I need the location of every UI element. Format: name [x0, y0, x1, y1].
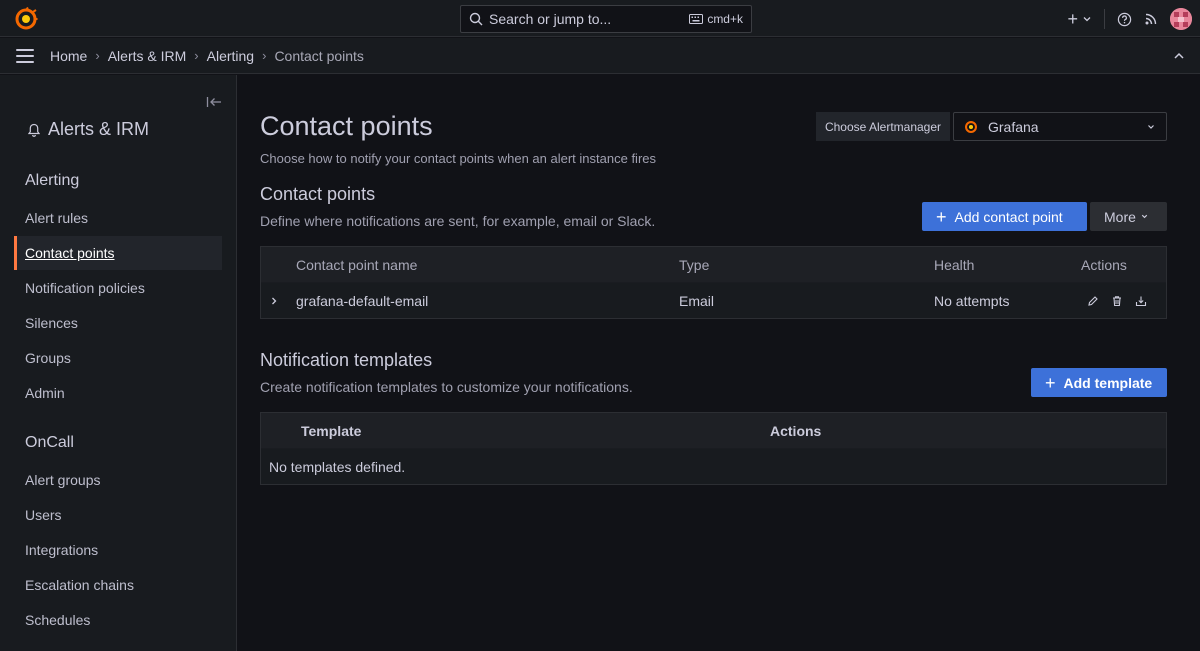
alertmanager-label: Choose Alertmanager — [816, 112, 950, 141]
table-row: No templates defined. — [261, 448, 1166, 484]
chevron-down-icon — [1148, 124, 1154, 129]
empty-state-text: No templates defined. — [269, 458, 406, 475]
contact-points-description: Define where notifications are sent, for… — [260, 213, 656, 229]
sidebar-item-schedules[interactable]: Schedules — [14, 603, 222, 637]
breadcrumb-home[interactable]: Home — [50, 48, 87, 64]
edit-icon[interactable] — [1087, 295, 1099, 307]
sidebar-item-users[interactable]: Users — [14, 498, 222, 532]
plus-icon: + — [1067, 8, 1078, 29]
table-header: Contact point name Type Health Actions — [261, 247, 1166, 282]
search-placeholder: Search or jump to... — [489, 11, 612, 27]
grafana-logo-icon — [965, 120, 977, 133]
alertmanager-value: Grafana — [988, 118, 1039, 135]
dock-menu-icon[interactable] — [206, 95, 222, 109]
templates-table: Template Actions No templates defined. — [260, 412, 1167, 485]
sidebar-item-silences[interactable]: Silences — [14, 306, 222, 340]
more-button[interactable]: More — [1090, 202, 1167, 231]
templates-heading: Notification templates — [260, 350, 433, 370]
sidebar-section-label: Alerts & IRM — [48, 119, 150, 139]
row-actions — [1087, 283, 1147, 318]
breadcrumb-alerts-irm[interactable]: Alerts & IRM — [108, 48, 187, 64]
sidebar-item-groups[interactable]: Groups — [14, 341, 222, 375]
page-title: Contact points — [260, 111, 433, 141]
plus-icon: + — [936, 206, 947, 227]
contact-points-table: Contact point name Type Health Actions g… — [260, 246, 1167, 319]
user-avatar[interactable] — [1170, 8, 1192, 30]
sidebar-item-integrations[interactable]: Integrations — [14, 533, 222, 567]
column-header-health: Health — [934, 256, 975, 273]
breadcrumb-separator-icon: › — [262, 48, 267, 63]
breadcrumb-current: Contact points — [274, 47, 364, 64]
rss-icon — [1145, 13, 1157, 25]
add-contact-point-label: Add contact point — [954, 208, 1063, 225]
grafana-logo-icon[interactable] — [14, 7, 38, 31]
divider — [1104, 9, 1105, 29]
new-menu-button[interactable]: + — [1061, 6, 1098, 32]
breadcrumb-alerting[interactable]: Alerting — [207, 48, 254, 64]
alertmanager-select[interactable]: Grafana — [953, 112, 1167, 141]
breadcrumb-bar: Home › Alerts & IRM › Alerting › Contact… — [0, 38, 1200, 74]
table-row: grafana-default-email Email No attempts — [261, 282, 1166, 318]
chevron-up-icon[interactable] — [1172, 49, 1186, 63]
plus-icon: + — [1045, 372, 1056, 393]
help-icon — [1117, 12, 1132, 26]
export-icon[interactable] — [1135, 295, 1147, 307]
column-header-name: Contact point name — [296, 256, 418, 273]
delete-icon[interactable] — [1111, 295, 1123, 307]
contact-point-health: No attempts — [934, 292, 1010, 309]
menu-icon[interactable] — [16, 48, 34, 63]
page-subtitle: Choose how to notify your contact points… — [260, 151, 656, 166]
news-button[interactable] — [1138, 6, 1164, 32]
add-template-label: Add template — [1063, 374, 1153, 391]
sidebar-item-admin[interactable]: Admin — [14, 376, 222, 410]
avatar-image-icon — [1170, 8, 1192, 30]
more-button-label: More — [1104, 208, 1136, 225]
add-template-button[interactable]: + Add template — [1031, 368, 1167, 397]
column-header-type: Type — [679, 256, 710, 273]
chevron-down-icon — [1141, 214, 1148, 219]
column-header-actions: Actions — [770, 422, 822, 439]
search-icon — [469, 12, 483, 26]
main-content: Contact points Choose how to notify your… — [238, 75, 1200, 651]
sidebar-section-title: Alerts & IRM — [28, 119, 149, 140]
templates-description: Create notification templates to customi… — [260, 379, 633, 395]
search-shortcut-text: cmd+k — [707, 12, 743, 26]
keyboard-icon — [689, 14, 704, 24]
sidebar-group-oncall: OnCall — [25, 434, 74, 451]
contact-points-heading: Contact points — [260, 184, 376, 204]
add-contact-point-button[interactable]: + Add contact point — [922, 202, 1087, 231]
breadcrumb-separator-icon: › — [194, 48, 199, 63]
bell-icon — [28, 123, 40, 137]
search-bar[interactable]: Search or jump to... cmd+k — [460, 5, 752, 33]
contact-point-name: grafana-default-email — [296, 292, 429, 309]
sidebar: Alerts & IRM Alerting Alert rules Contac… — [0, 75, 237, 651]
sidebar-group-alerting: Alerting — [25, 172, 80, 189]
column-header-actions: Actions — [1081, 256, 1127, 273]
expand-row-icon[interactable] — [270, 283, 278, 318]
top-right-actions: + — [1061, 6, 1192, 32]
sidebar-item-alert-groups[interactable]: Alert groups — [14, 463, 222, 497]
help-button[interactable] — [1111, 6, 1138, 32]
chevron-down-icon — [1083, 17, 1091, 22]
top-bar: Search or jump to... cmd+k + — [0, 0, 1200, 37]
contact-point-type: Email — [679, 292, 715, 309]
sidebar-item-alert-rules[interactable]: Alert rules — [14, 201, 222, 235]
table-header: Template Actions — [261, 413, 1166, 448]
column-header-template: Template — [301, 422, 362, 439]
sidebar-item-notification-policies[interactable]: Notification policies — [14, 271, 222, 305]
sidebar-item-escalation-chains[interactable]: Escalation chains — [14, 568, 222, 602]
sidebar-item-contact-points[interactable]: Contact points — [14, 236, 222, 270]
search-shortcut: cmd+k — [689, 12, 743, 26]
breadcrumb-separator-icon: › — [95, 48, 100, 63]
